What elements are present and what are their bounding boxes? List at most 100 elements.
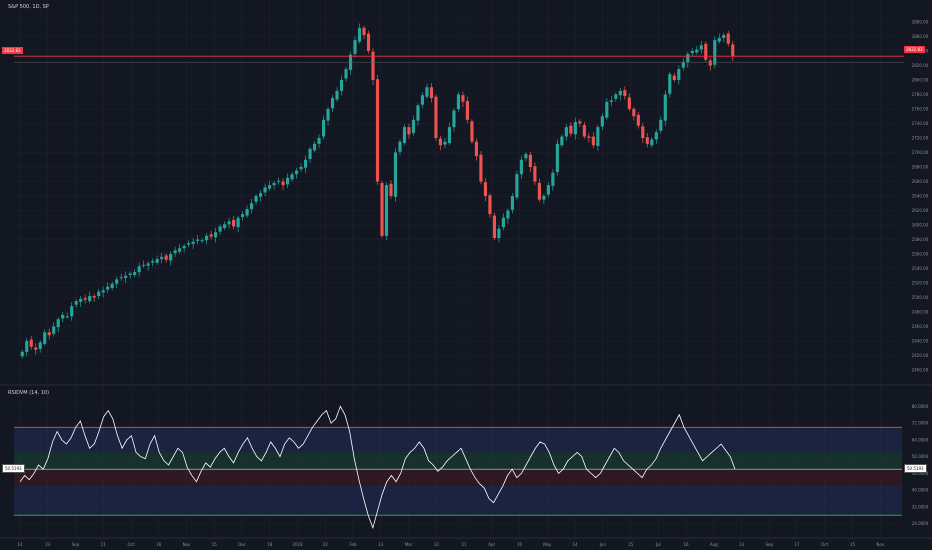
candle-body: [285, 177, 290, 185]
candle-body: [425, 87, 429, 97]
price-tick-label: 2820.00: [912, 63, 929, 68]
chart-canvas[interactable]: 2880.002860.002840.002820.002800.002780.…: [0, 0, 932, 550]
candle-body: [312, 143, 317, 151]
candle-body: [142, 264, 146, 266]
candle-body: [591, 136, 595, 146]
candle-body: [582, 124, 586, 137]
candle-body: [429, 87, 434, 99]
oscillator-value-left-tag: 50.5193: [2, 464, 25, 473]
candle-body: [533, 166, 537, 182]
lower-zone: [14, 485, 902, 516]
price-tick-label: 2880.00: [912, 20, 929, 25]
time-tick-label: 22: [323, 542, 329, 547]
candle-body: [79, 298, 83, 302]
candle-body: [276, 180, 281, 182]
bull-zone: [14, 452, 902, 470]
price-tick-label: 2700.00: [912, 150, 929, 155]
candle-body: [29, 339, 33, 347]
candle-body: [596, 127, 600, 146]
candle-body: [151, 261, 155, 263]
time-tick-label: Nov: [183, 542, 191, 547]
candle-body: [218, 226, 222, 232]
candle-body: [97, 291, 101, 297]
upper-zone: [14, 427, 902, 453]
candle-body: [713, 40, 717, 65]
time-tick-label: 14: [17, 542, 23, 547]
price-axis[interactable]: 2880.002860.002840.002820.002800.002780.…: [912, 20, 929, 373]
price-tick-label: 2540.00: [912, 266, 929, 271]
candle-body: [717, 37, 721, 42]
time-tick-label: 13: [378, 542, 384, 547]
candle-body: [65, 316, 69, 318]
time-tick-label: Aug: [710, 542, 718, 547]
symbol-legend[interactable]: S&P 500, 1D, SP: [8, 4, 49, 10]
price-candles: [20, 23, 735, 359]
candle-body: [241, 214, 245, 218]
candle-body: [124, 275, 128, 278]
candle-body: [447, 127, 452, 144]
candle-body: [137, 266, 141, 273]
candle-body: [443, 141, 447, 145]
time-tick-label: Nov: [876, 542, 884, 547]
candle-body: [488, 195, 492, 215]
candle-body: [52, 326, 56, 334]
candle-body: [227, 221, 231, 225]
candle-body: [605, 101, 609, 118]
candle-body: [290, 174, 294, 180]
candle-body: [375, 79, 380, 182]
price-tick-label: 2660.00: [912, 179, 929, 184]
time-axis[interactable]: 14 23 Sep 11 Oct 16 Nov 15 Dec 18 2018 22 Feb 13 Mar 12…: [17, 542, 884, 547]
price-tick-label: 2800.00: [912, 78, 929, 83]
candle-body: [501, 217, 505, 228]
candle-body: [146, 263, 150, 266]
candle-body: [650, 139, 654, 146]
price-tick-label: 2780.00: [912, 92, 929, 97]
candle-body: [411, 119, 416, 133]
candle-body: [281, 181, 285, 186]
candle-body: [546, 185, 550, 195]
candle-body: [659, 119, 663, 131]
candle-body: [70, 306, 74, 317]
candle-body: [335, 90, 339, 100]
oscillator-legend[interactable]: RSIDVM (14, 10): [8, 390, 49, 396]
time-tick-label: Oct: [128, 542, 135, 547]
candle-body: [407, 127, 411, 135]
candle-body: [578, 121, 582, 124]
candle-body: [250, 203, 254, 210]
oscillator-tick-label: 64.0000: [912, 437, 929, 442]
candle-body: [614, 94, 618, 99]
candle-body: [200, 240, 204, 242]
candle-body: [384, 185, 389, 236]
candle-body: [587, 136, 591, 138]
candle-body: [690, 51, 694, 54]
oscillator-zones: [14, 427, 902, 516]
oscillator-tick-label: 40.0000: [912, 488, 929, 493]
time-tick-label: Mar: [405, 542, 413, 547]
candle-body: [232, 219, 236, 227]
candle-body: [474, 141, 479, 157]
candle-body: [263, 187, 267, 193]
candle-body: [38, 342, 42, 349]
candle-body: [573, 122, 577, 135]
oscillator-value-tag: 50.5193: [904, 464, 927, 473]
candle-body: [564, 127, 568, 137]
candle-body: [110, 283, 114, 289]
candle-body: [461, 95, 465, 102]
time-tick-label: 21: [461, 542, 467, 547]
candle-body: [618, 90, 622, 96]
oscillator-tick-label: 56.0000: [912, 454, 929, 459]
price-tick-label: 2860.00: [912, 34, 929, 39]
candle-body: [699, 45, 703, 50]
candle-body: [209, 234, 213, 237]
time-tick-label: Sep: [72, 542, 80, 547]
candle-body: [654, 132, 658, 140]
candle-body: [223, 224, 227, 228]
candle-body: [402, 127, 407, 144]
candle-body: [510, 196, 514, 210]
candle-body: [438, 138, 443, 146]
price-tick-label: 2480.00: [912, 310, 929, 315]
candle-body: [245, 209, 249, 216]
candle-body: [160, 256, 164, 260]
candle-body: [704, 43, 708, 60]
price-tick-label: 2440.00: [912, 339, 929, 344]
